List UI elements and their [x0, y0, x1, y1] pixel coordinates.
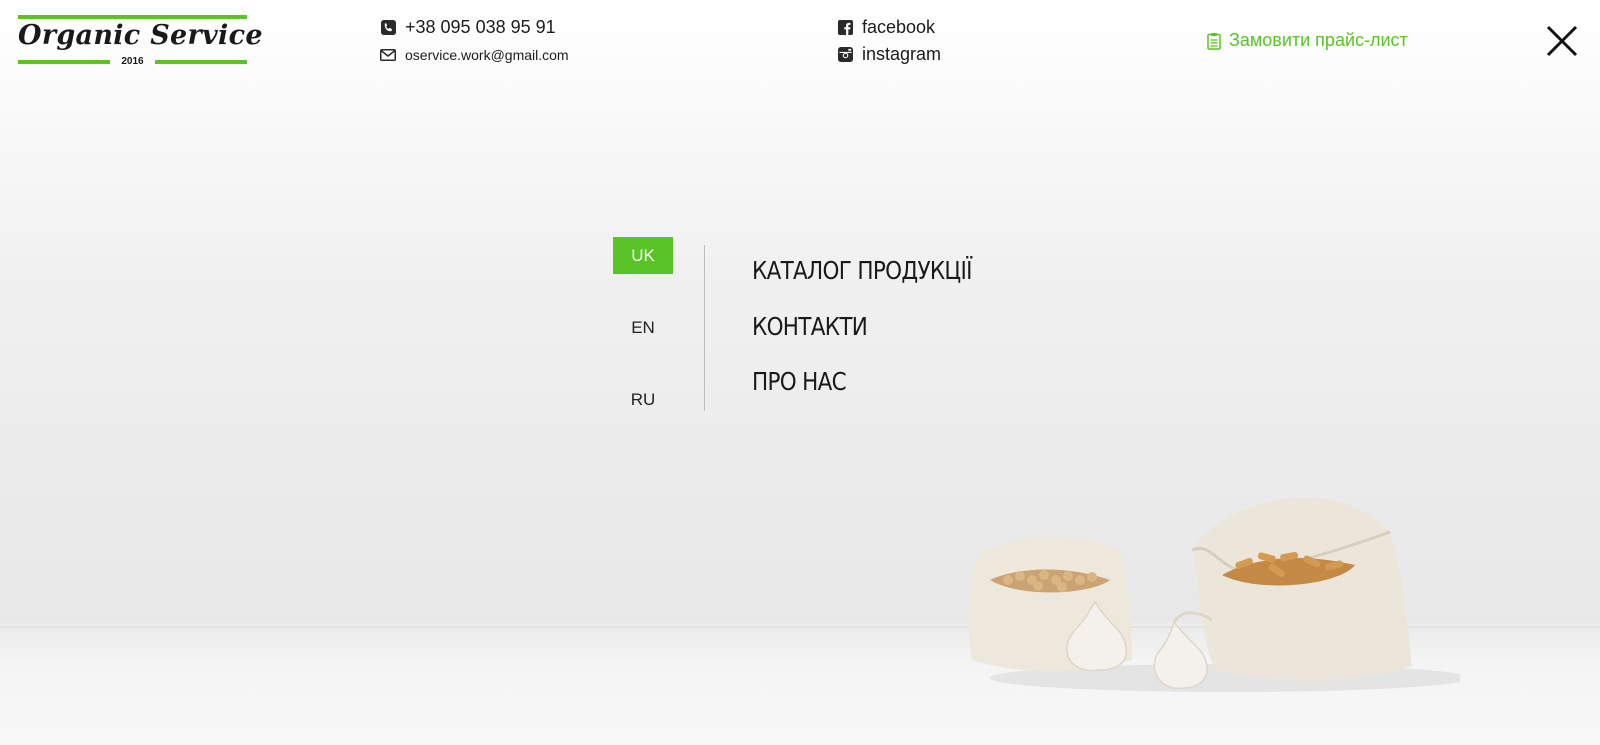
- email-link[interactable]: oservice.work@gmail.com: [380, 47, 569, 63]
- menu-divider: [704, 245, 705, 411]
- phone-link[interactable]: +38 095 038 95 91: [380, 17, 556, 38]
- language-ru[interactable]: RU: [613, 381, 673, 418]
- menu-item-catalog[interactable]: КАТАЛОГ ПРОДУКЦІЇ: [752, 256, 972, 285]
- close-icon: [1546, 25, 1578, 57]
- language-en[interactable]: EN: [613, 309, 673, 346]
- order-price-list-link[interactable]: Замовити прайс-лист: [1207, 30, 1408, 51]
- facebook-label: facebook: [862, 17, 936, 37]
- clipboard-icon: [1207, 32, 1221, 50]
- facebook-icon: [837, 20, 853, 36]
- menu-item-contacts[interactable]: КОНТАКТИ: [752, 312, 868, 341]
- language-uk[interactable]: UK: [613, 237, 673, 274]
- logo-text: Organic Service: [18, 20, 263, 51]
- logo-bar: [18, 15, 247, 19]
- logo-bar-left: [18, 60, 110, 64]
- phone-icon: [380, 20, 396, 36]
- menu-item-about[interactable]: ПРО НАС: [752, 367, 847, 396]
- close-menu-button[interactable]: [1545, 24, 1579, 58]
- email-address: oservice.work@gmail.com: [405, 47, 569, 63]
- mail-icon: [380, 47, 396, 63]
- price-list-label: Замовити прайс-лист: [1229, 30, 1408, 50]
- instagram-link[interactable]: instagram: [837, 44, 941, 65]
- logo-year: 2016: [121, 56, 144, 67]
- phone-number: +38 095 038 95 91: [405, 17, 556, 37]
- instagram-label: instagram: [862, 44, 942, 64]
- logo-bar-right: [155, 60, 247, 64]
- instagram-icon: [837, 47, 853, 63]
- food-bags-image: [968, 497, 1460, 692]
- facebook-link[interactable]: facebook: [837, 17, 935, 38]
- site-logo[interactable]: Organic Service 2016: [18, 15, 263, 68]
- logo-bottom: 2016: [18, 56, 247, 68]
